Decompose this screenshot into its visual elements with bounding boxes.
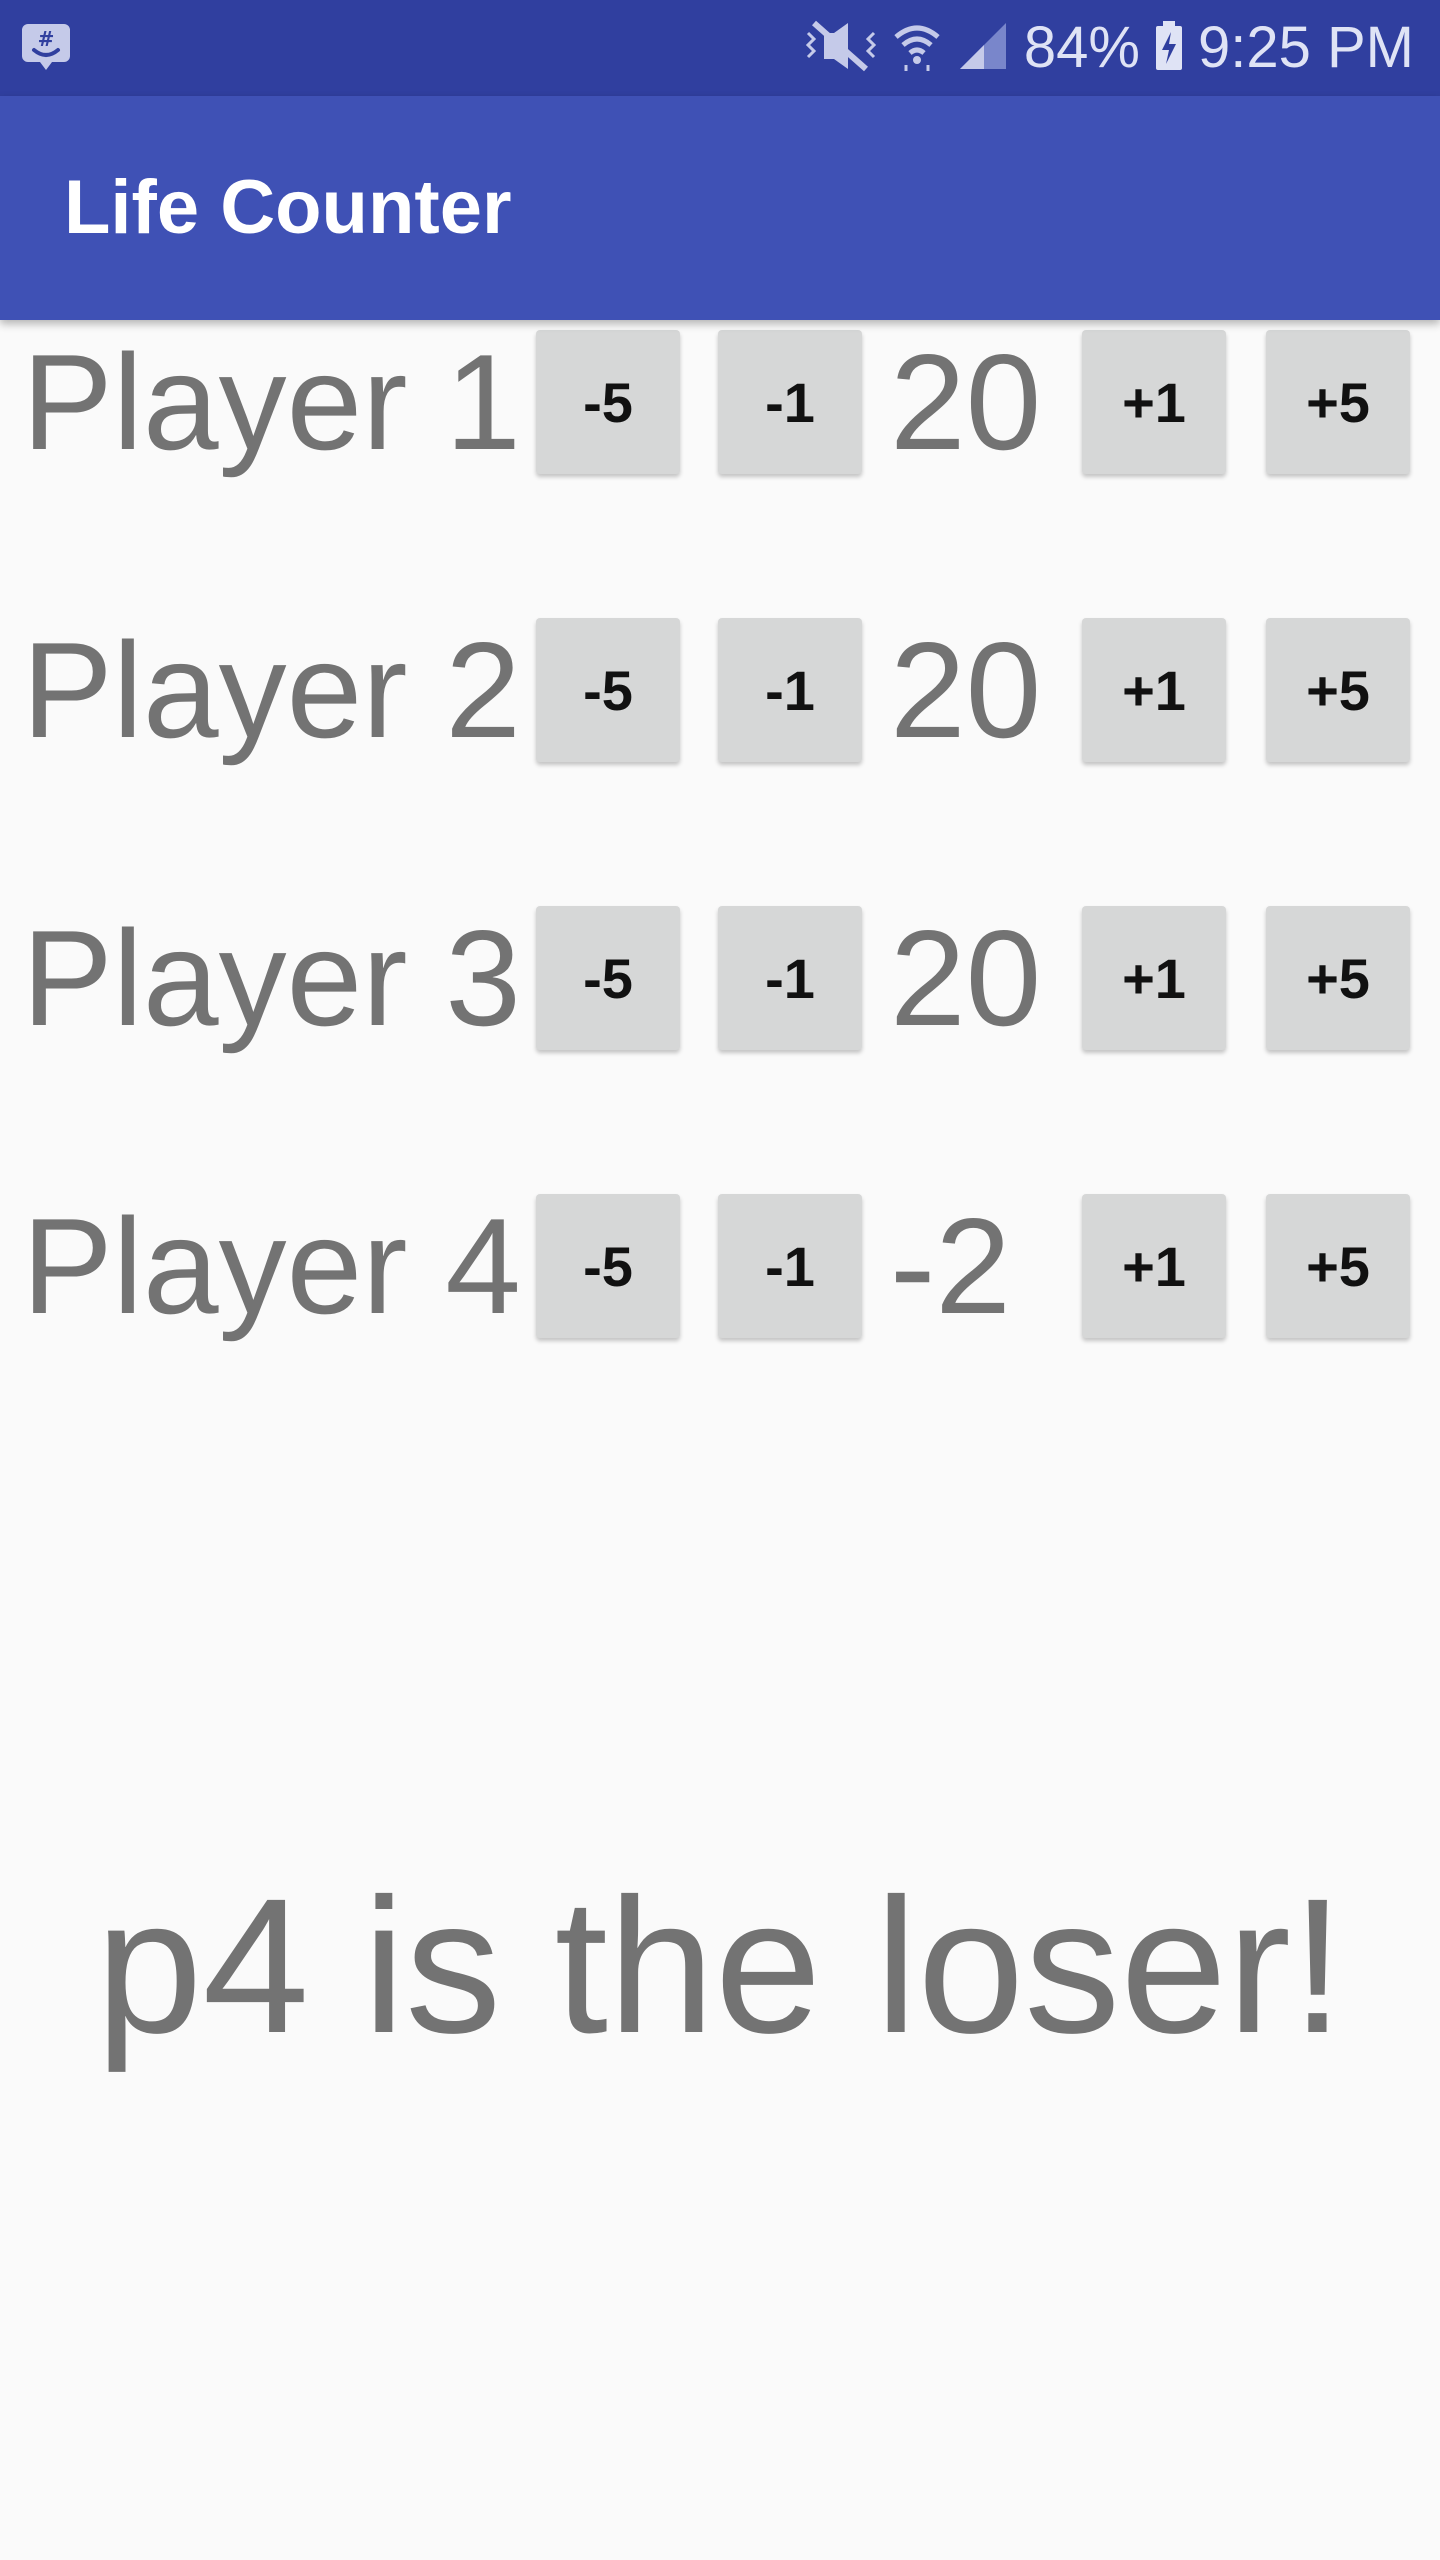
- app-bar: Life Counter: [0, 96, 1440, 320]
- player-name: Player 1: [22, 326, 521, 478]
- plus-five-button[interactable]: +5: [1266, 1194, 1410, 1338]
- life-total: 20: [890, 614, 1042, 766]
- plus-five-button[interactable]: +5: [1266, 906, 1410, 1050]
- minus-one-button[interactable]: -1: [718, 618, 862, 762]
- player-name: Player 4: [22, 1190, 521, 1342]
- player-name: Player 3: [22, 902, 521, 1054]
- loser-message: p4 is the loser!: [95, 1858, 1345, 2073]
- svg-text:#: #: [38, 27, 55, 51]
- plus-one-button[interactable]: +1: [1082, 618, 1226, 762]
- player-name: Player 2: [22, 614, 521, 766]
- wifi-icon: [892, 19, 942, 78]
- life-total: 20: [890, 326, 1042, 478]
- plus-one-button[interactable]: +1: [1082, 1194, 1226, 1338]
- plus-five-button[interactable]: +5: [1266, 618, 1410, 762]
- battery-charging-icon: [1154, 19, 1184, 78]
- minus-five-button[interactable]: -5: [536, 906, 680, 1050]
- minus-one-button[interactable]: -1: [718, 330, 862, 474]
- status-icons: 84% 9:25 PM: [804, 0, 1414, 96]
- player-row-3: Player 3 -5 -1 20 +1 +5: [0, 898, 1440, 1058]
- status-time: 9:25 PM: [1198, 15, 1414, 80]
- hash-chat-icon: #: [22, 22, 70, 72]
- life-total: -2: [890, 1190, 1011, 1342]
- life-total: 20: [890, 902, 1042, 1054]
- battery-percent: 84%: [1023, 15, 1140, 80]
- status-bar: # 84% 9:25 PM: [0, 0, 1440, 96]
- plus-one-button[interactable]: +1: [1082, 906, 1226, 1050]
- minus-five-button[interactable]: -5: [536, 618, 680, 762]
- minus-one-button[interactable]: -1: [718, 906, 862, 1050]
- plus-five-button[interactable]: +5: [1266, 330, 1410, 474]
- mute-icon: [804, 19, 878, 78]
- player-row-4: Player 4 -5 -1 -2 +1 +5: [0, 1186, 1440, 1346]
- player-row-1: Player 1 -5 -1 20 +1 +5: [0, 322, 1440, 482]
- minus-one-button[interactable]: -1: [718, 1194, 862, 1338]
- minus-five-button[interactable]: -5: [536, 1194, 680, 1338]
- player-row-2: Player 2 -5 -1 20 +1 +5: [0, 610, 1440, 770]
- signal-icon: [956, 19, 1010, 78]
- plus-one-button[interactable]: +1: [1082, 330, 1226, 474]
- app-title: Life Counter: [64, 165, 512, 250]
- minus-five-button[interactable]: -5: [536, 330, 680, 474]
